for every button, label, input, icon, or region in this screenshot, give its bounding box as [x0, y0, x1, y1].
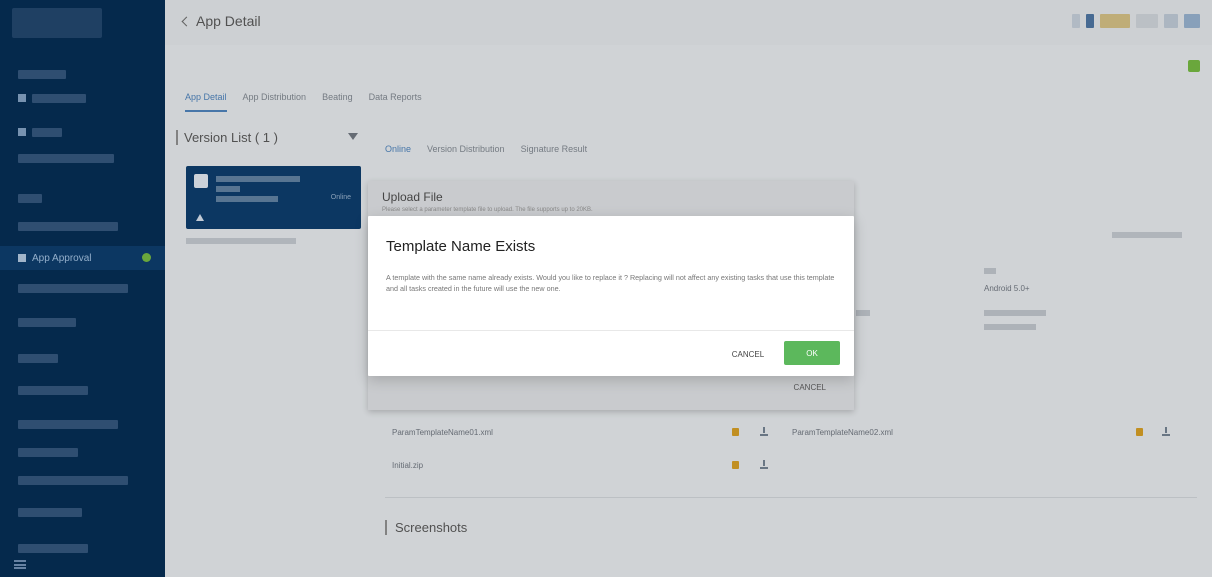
template-name-exists-modal: Template Name Exists A template with the…	[368, 216, 854, 376]
modal-title: Template Name Exists	[386, 238, 536, 255]
upload-cancel-button[interactable]: CANCEL	[794, 383, 826, 392]
dialog-title: Upload File	[382, 190, 443, 204]
cancel-button[interactable]: CANCEL	[720, 344, 776, 364]
ok-button[interactable]: OK	[784, 341, 840, 365]
divider	[368, 330, 854, 331]
modal-message: A template with the same name already ex…	[386, 273, 835, 293]
dialog-subtitle: Please select a parameter template file …	[382, 207, 593, 213]
